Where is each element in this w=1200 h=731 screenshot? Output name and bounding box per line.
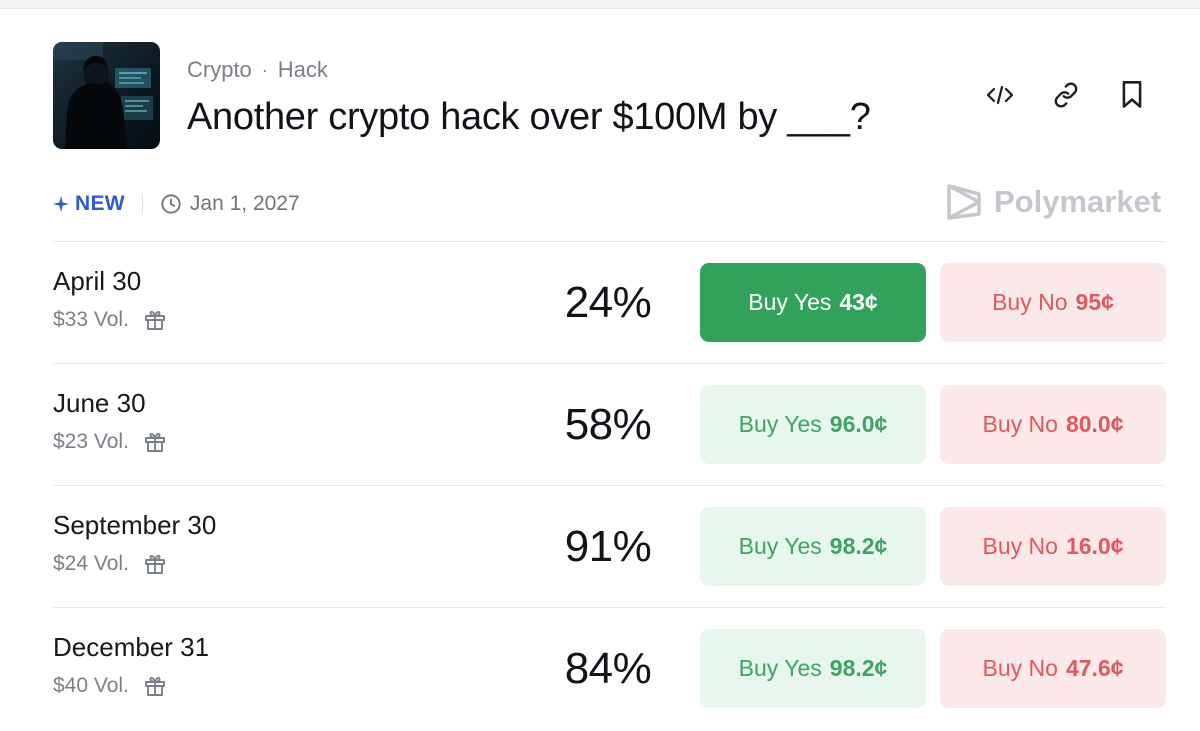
outcome-probability: 84% [564, 644, 652, 693]
buy-no-label: Buy No [982, 655, 1058, 681]
end-date: Jan 1, 2027 [160, 192, 300, 216]
header-actions [982, 76, 1150, 114]
new-badge-label: NEW [75, 192, 125, 215]
outcome-row: September 30 $24 Vol. 91% Buy Yes 98.2¢ … [53, 485, 1166, 607]
breadcrumb-subcategory[interactable]: Hack [278, 57, 328, 83]
buy-yes-price: 98.2¢ [829, 655, 888, 681]
outcome-volume-text: $40 Vol. [53, 674, 129, 697]
outcome-list: April 30 $33 Vol. 24% Buy Yes 43¢ Buy No… [53, 241, 1166, 729]
bookmark-icon [1122, 81, 1142, 108]
embed-button[interactable] [982, 76, 1018, 114]
buy-no-price: 16.0¢ [1065, 533, 1124, 559]
buy-yes-label: Buy Yes [738, 533, 822, 559]
buy-no-price: 80.0¢ [1065, 411, 1124, 437]
end-date-text: Jan 1, 2027 [189, 192, 300, 215]
polymarket-logo-icon [947, 184, 981, 220]
brand-name: Polymarket [994, 184, 1162, 219]
new-badge: NEW [53, 192, 125, 216]
buy-no-price: 95¢ [1075, 289, 1114, 315]
market-title: Another crypto hack over $100M by ___? [187, 96, 871, 138]
buy-no-price: 47.6¢ [1065, 655, 1124, 681]
outcome-row: April 30 $33 Vol. 24% Buy Yes 43¢ Buy No… [53, 241, 1166, 363]
sparkle-icon [53, 196, 69, 212]
buy-yes-label: Buy Yes [748, 289, 832, 315]
breadcrumb-separator: · [261, 59, 268, 80]
buy-no-label: Buy No [992, 289, 1068, 315]
outcome-row: June 30 $23 Vol. 58% Buy Yes 96.0¢ Buy N… [53, 363, 1166, 485]
gift-icon[interactable] [143, 308, 167, 332]
gift-icon[interactable] [143, 430, 167, 454]
gift-icon[interactable] [143, 674, 167, 698]
clock-icon [161, 194, 181, 214]
buy-no-button[interactable]: Buy No 16.0¢ [940, 507, 1166, 586]
outcome-name: June 30 [53, 388, 146, 418]
outcome-probability: 24% [564, 278, 652, 327]
buy-yes-button[interactable]: Buy Yes 98.2¢ [700, 507, 926, 586]
breadcrumb-category[interactable]: Crypto [187, 57, 252, 83]
brand-logo: Polymarket [946, 182, 1161, 222]
market-thumbnail [53, 42, 160, 149]
buy-yes-price: 98.2¢ [829, 533, 888, 559]
outcome-volume-text: $33 Vol. [53, 308, 129, 331]
outcome-volume: $40 Vol. [53, 674, 167, 698]
outcome-row: December 31 $40 Vol. 84% Buy Yes 98.2¢ B… [53, 607, 1166, 729]
buy-no-button[interactable]: Buy No 80.0¢ [940, 385, 1166, 464]
gift-icon[interactable] [143, 552, 167, 576]
outcome-probability: 58% [564, 400, 652, 449]
embed-icon [986, 85, 1014, 105]
buy-no-label: Buy No [982, 533, 1058, 559]
outcome-name: April 30 [53, 266, 142, 296]
buy-yes-price: 43¢ [839, 289, 878, 315]
copy-link-button[interactable] [1048, 76, 1084, 114]
bookmark-button[interactable] [1114, 76, 1150, 114]
outcome-name: September 30 [53, 510, 217, 540]
buy-yes-button[interactable]: Buy Yes 98.2¢ [700, 629, 926, 708]
market-meta: NEW Jan 1, 2027 [53, 186, 300, 222]
outcome-volume-text: $23 Vol. [53, 430, 129, 453]
buy-yes-label: Buy Yes [738, 411, 822, 437]
outcome-volume: $24 Vol. [53, 552, 167, 576]
outcome-probability: 91% [564, 522, 652, 571]
buy-yes-button[interactable]: Buy Yes 43¢ [700, 263, 926, 342]
buy-no-button[interactable]: Buy No 47.6¢ [940, 629, 1166, 708]
buy-no-label: Buy No [982, 411, 1058, 437]
outcome-name: December 31 [53, 632, 210, 662]
link-icon [1054, 82, 1078, 108]
outcome-volume-text: $24 Vol. [53, 552, 129, 575]
buy-yes-price: 96.0¢ [829, 411, 888, 437]
buy-yes-label: Buy Yes [738, 655, 822, 681]
outcome-volume: $33 Vol. [53, 308, 167, 332]
buy-yes-button[interactable]: Buy Yes 96.0¢ [700, 385, 926, 464]
outcome-volume: $23 Vol. [53, 430, 167, 454]
breadcrumb: Crypto · Hack [187, 55, 328, 85]
meta-divider [141, 195, 143, 213]
top-edge-divider [0, 0, 1200, 9]
buy-no-button[interactable]: Buy No 95¢ [940, 263, 1166, 342]
